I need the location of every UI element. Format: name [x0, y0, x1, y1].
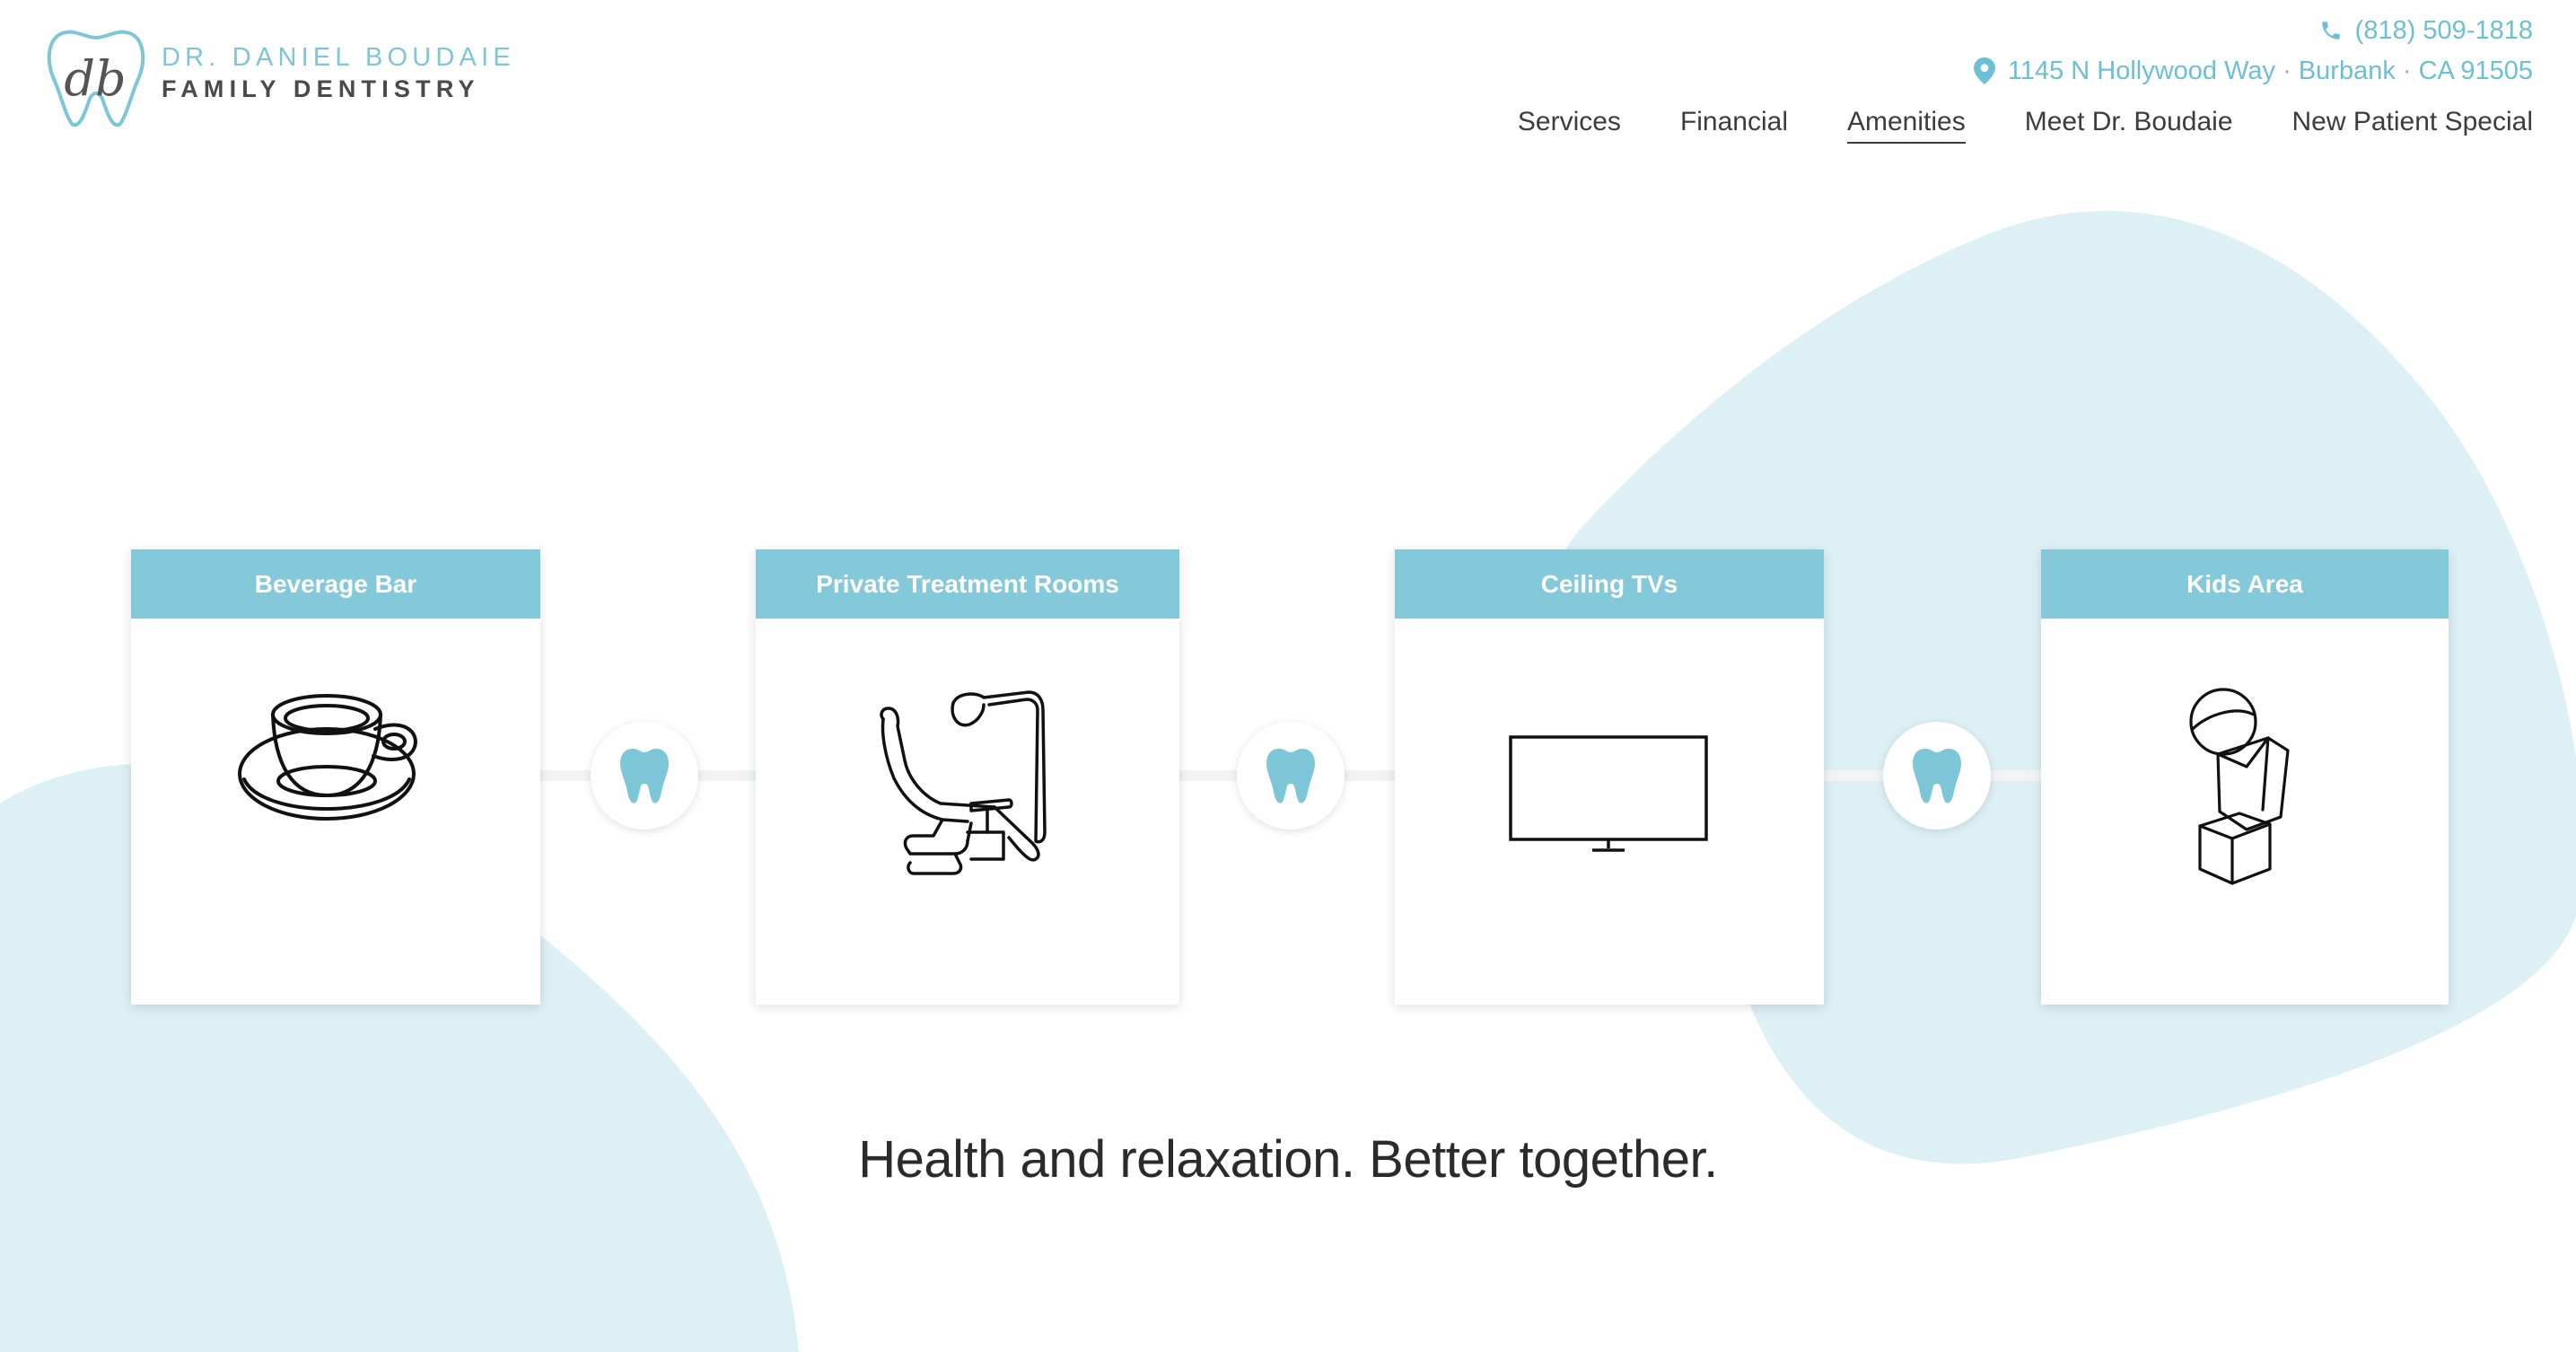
amenity-title: Private Treatment Rooms — [756, 549, 1179, 619]
amenity-title: Beverage Bar — [131, 549, 540, 619]
tooth-icon — [1913, 749, 1961, 803]
nav-amenities[interactable]: Amenities — [1847, 106, 1966, 144]
tooth-icon — [620, 749, 669, 803]
contact-block: (818) 509-1818 1145 N Hollywood Way · Bu… — [1973, 13, 2533, 93]
tooth-monogram-icon: db — [47, 30, 145, 127]
dental-chair-icon — [880, 690, 1047, 875]
svg-text:db: db — [64, 50, 126, 107]
address-link[interactable]: 1145 N Hollywood Way · Burbank · CA 9150… — [1973, 53, 2533, 89]
tooth-badge — [591, 722, 698, 830]
amenity-card-ceiling-tvs[interactable]: Ceiling TVs — [1395, 549, 1824, 1005]
brand-line2: FAMILY DENTISTRY — [162, 75, 480, 102]
brand-logo[interactable]: db DR. DANIEL BOUDAIE FAMILY DENTISTRY — [39, 23, 511, 131]
amenity-card-private-treatment-rooms[interactable]: Private Treatment Rooms — [756, 549, 1179, 1005]
nav-meet-dr-boudaie[interactable]: Meet Dr. Boudaie — [2025, 106, 2233, 144]
nav-services[interactable]: Services — [1518, 106, 1621, 144]
amenity-title: Ceiling TVs — [1395, 549, 1824, 619]
toy-blocks-icon — [2189, 688, 2290, 885]
tooth-badge — [1883, 722, 1991, 830]
tooth-icon — [1266, 749, 1315, 803]
map-pin-icon — [1973, 57, 1995, 84]
amenity-title: Kids Area — [2041, 549, 2449, 619]
amenity-card-beverage-bar[interactable]: Beverage Bar — [131, 549, 540, 1005]
main-nav: Services Financial Amenities Meet Dr. Bo… — [1459, 106, 2533, 144]
phone-icon — [2321, 22, 2340, 40]
amenity-card-kids-area[interactable]: Kids Area — [2041, 549, 2449, 1005]
phone-link[interactable]: (818) 509-1818 — [1974, 13, 2533, 48]
television-icon — [1509, 735, 1708, 852]
tooth-badge — [1237, 722, 1345, 830]
brand-line1: DR. DANIEL BOUDAIE — [162, 43, 515, 72]
nav-new-patient-special[interactable]: New Patient Special — [2292, 106, 2533, 144]
phone-number: (818) 509-1818 — [2354, 15, 2533, 45]
nav-financial[interactable]: Financial — [1680, 106, 1788, 144]
coffee-cup-icon — [238, 694, 417, 821]
address-text: 1145 N Hollywood Way · Burbank · CA 9150… — [2007, 56, 2533, 85]
tagline: Health and relaxation. Better together. — [858, 1130, 1718, 1189]
